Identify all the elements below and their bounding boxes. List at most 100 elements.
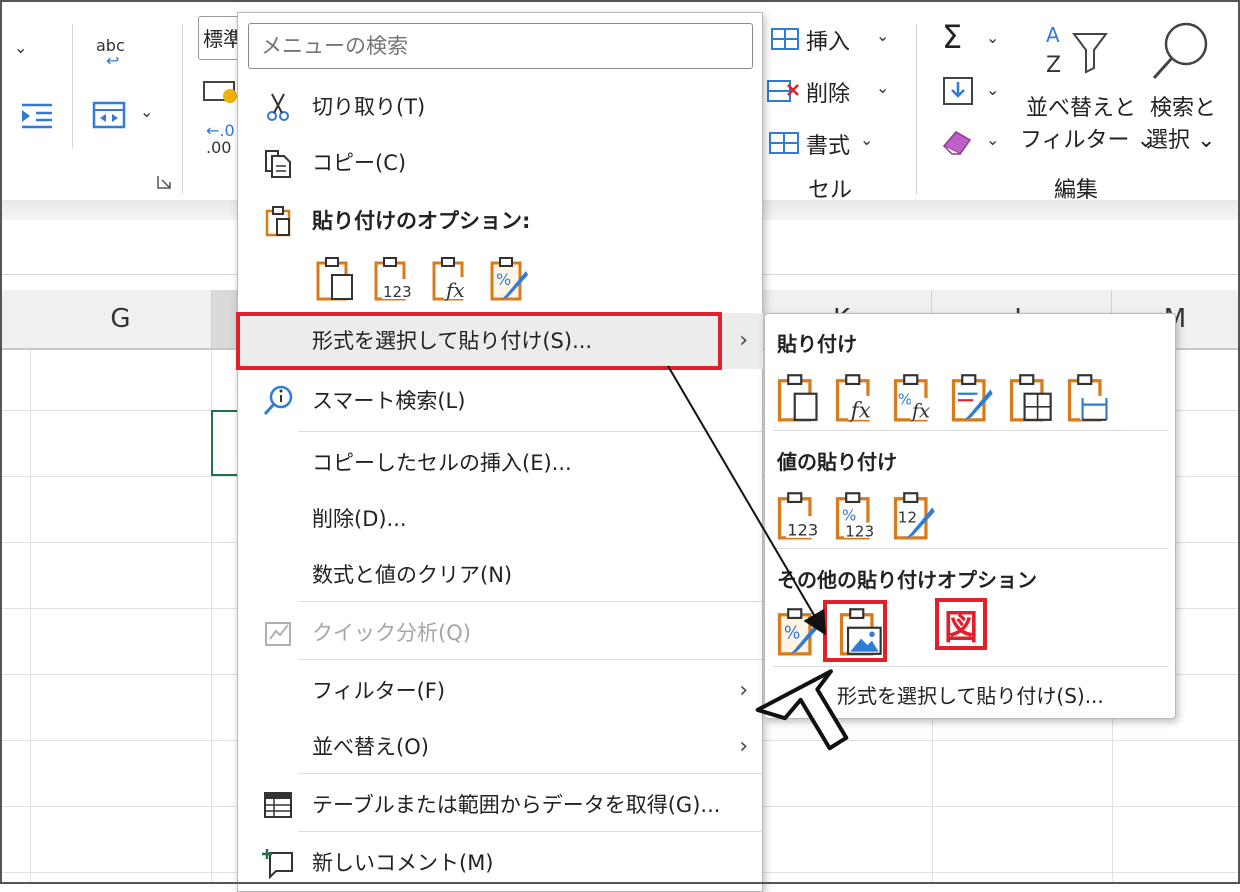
currency-format-icon[interactable] [202, 78, 238, 104]
autosum-icon[interactable]: Σ [942, 18, 962, 56]
menu-item-filter[interactable]: フィルター(F) › [238, 663, 762, 717]
menu-item-get-data[interactable]: テーブルまたは範囲からデータを取得(G)... [238, 777, 762, 831]
chevron-down-icon[interactable]: ⌄ [986, 130, 999, 149]
paste-special-submenu: 貼り付け fx % fx 値の貼り付け 123 % 123 12 その他の貼り付けオ… [764, 313, 1176, 719]
menu-item-copy[interactable]: コピー(C) [238, 135, 762, 189]
chevron-right-icon: › [739, 327, 748, 353]
ribbon-separator [72, 24, 73, 149]
submenu-values-row: 123 % 123 12 [775, 490, 937, 540]
highlight-box [236, 312, 722, 370]
search-icon[interactable] [1148, 20, 1212, 84]
delete-cells-icon[interactable] [766, 78, 800, 104]
find-select-label-1[interactable]: 検索と [1150, 90, 1216, 122]
paste-formatting-icon[interactable]: % [775, 606, 821, 656]
sort-filter-icon[interactable]: AZ [1044, 20, 1108, 80]
sort-filter-label-1[interactable]: 並べ替えと [1026, 90, 1136, 122]
menu-item-label: テーブルまたは範囲からデータを取得(G)... [312, 793, 721, 817]
selected-cell[interactable] [211, 410, 239, 476]
chevron-down-icon[interactable]: ⌄ [140, 102, 153, 121]
menu-item-insert-copied-cells[interactable]: コピーしたセルの挿入(E)... [238, 435, 762, 489]
menu-search-input[interactable] [248, 23, 753, 69]
chevron-right-icon: › [739, 733, 748, 759]
svg-text:Z: Z [1046, 53, 1061, 78]
menu-separator [298, 773, 762, 774]
menu-item-smart-lookup[interactable]: スマート検索(L) [238, 373, 762, 427]
menu-item-sort[interactable]: 並べ替え(O) › [238, 719, 762, 773]
format-cells-label[interactable]: 書式 [806, 128, 850, 160]
clear-eraser-icon[interactable] [940, 126, 974, 156]
paste-values-source-format-icon[interactable]: 12 [891, 490, 937, 540]
chevron-down-icon[interactable]: ⌄ [986, 28, 999, 47]
menu-item-label: フィルター(F) [312, 679, 446, 703]
format-cells-icon[interactable] [766, 130, 800, 156]
clipboard-icon [265, 206, 291, 237]
insert-cells-icon[interactable] [766, 26, 800, 52]
menu-item-delete[interactable]: 削除(D)... [238, 491, 762, 545]
paste-values-number-format-icon[interactable]: %123 [833, 490, 879, 540]
menu-item-new-comment[interactable]: 新しいコメント(M) [238, 835, 762, 889]
paste-options-row: 123 fx % [314, 255, 530, 301]
insert-cells-label[interactable]: 挿入 [806, 24, 850, 56]
chevron-down-icon[interactable]: ⌄ [876, 26, 889, 45]
dialog-launcher-icon[interactable] [156, 174, 172, 190]
svg-text:A: A [1046, 23, 1060, 47]
paste-formatting-icon[interactable]: % [488, 255, 530, 301]
paste-formulas-icon[interactable]: fx [430, 255, 472, 301]
find-select-label-2[interactable]: 選択 ⌄ [1146, 122, 1215, 154]
menu-item-cut[interactable]: 切り取り(T) [238, 79, 762, 133]
paste-values-icon[interactable]: 123 [775, 490, 821, 540]
menu-item-label: 貼り付けのオプション: [312, 209, 531, 233]
decrease-decimal-icon[interactable]: ←.0.00 [206, 122, 235, 156]
submenu-values-header: 値の貼り付け [777, 450, 897, 474]
svg-text:12: 12 [898, 509, 917, 527]
menu-separator [298, 659, 762, 660]
submenu-paste-special[interactable]: 形式を選択して貼り付け(S)... [837, 680, 1104, 709]
find-select-text: 選択 [1146, 128, 1191, 153]
paste-keep-source-format-icon[interactable] [949, 372, 995, 422]
copy-icon [265, 150, 291, 178]
paste-no-borders-icon[interactable] [1007, 372, 1053, 422]
svg-text:fx: fx [910, 400, 930, 422]
sort-filter-text: フィルター [1020, 128, 1130, 153]
paste-formulas-number-format-icon[interactable]: %fx [891, 372, 937, 422]
quick-analysis-icon [265, 622, 291, 646]
submenu-separator [773, 666, 1169, 667]
column-label: G [110, 304, 131, 334]
menu-item-label: 削除(D)... [312, 507, 407, 531]
menu-item-label: コピーしたセルの挿入(E)... [312, 451, 572, 475]
fill-icon[interactable] [942, 76, 974, 106]
menu-item-clear-contents[interactable]: 数式と値のクリア(N) [238, 547, 762, 601]
submenu-separator [773, 430, 1169, 431]
paste-keep-column-width-icon[interactable] [1065, 372, 1111, 422]
indent-icon[interactable] [20, 100, 54, 130]
ribbon-separator [916, 24, 917, 194]
submenu-paste-row: fx % fx [775, 372, 1111, 422]
paste-icon[interactable] [314, 255, 356, 301]
paste-formulas-icon[interactable]: fx [833, 372, 879, 422]
chevron-down-icon[interactable]: ⌄ [860, 130, 873, 149]
scissors-icon [267, 93, 289, 121]
menu-separator [298, 831, 762, 832]
svg-text:fx: fx [444, 278, 465, 301]
paste-icon[interactable] [775, 372, 821, 422]
merge-center-icon[interactable] [92, 100, 126, 130]
chevron-down-icon[interactable]: ⌄ [14, 38, 27, 57]
smart-lookup-icon [263, 385, 293, 416]
menu-item-label: 並べ替え(O) [312, 735, 429, 759]
sort-filter-label-2[interactable]: フィルター ⌄ [1020, 122, 1155, 154]
delete-cells-label[interactable]: 削除 [806, 76, 850, 108]
menu-separator [298, 601, 762, 602]
spelling-icon[interactable]: abc ↩ [96, 36, 132, 76]
svg-text:%: % [496, 270, 511, 289]
column-header-g[interactable]: G [30, 290, 212, 348]
menu-item-quick-analysis: クイック分析(Q) [238, 605, 762, 659]
highlight-box [823, 600, 887, 662]
chevron-down-icon[interactable]: ⌄ [876, 78, 889, 97]
ribbon-separator [182, 24, 183, 194]
new-comment-icon [262, 849, 293, 879]
paste-values-icon[interactable]: 123 [372, 255, 414, 301]
svg-text:123: 123 [787, 521, 818, 540]
chevron-down-icon[interactable]: ⌄ [986, 80, 999, 99]
svg-text:%: % [898, 391, 912, 409]
svg-text:123: 123 [383, 283, 412, 301]
